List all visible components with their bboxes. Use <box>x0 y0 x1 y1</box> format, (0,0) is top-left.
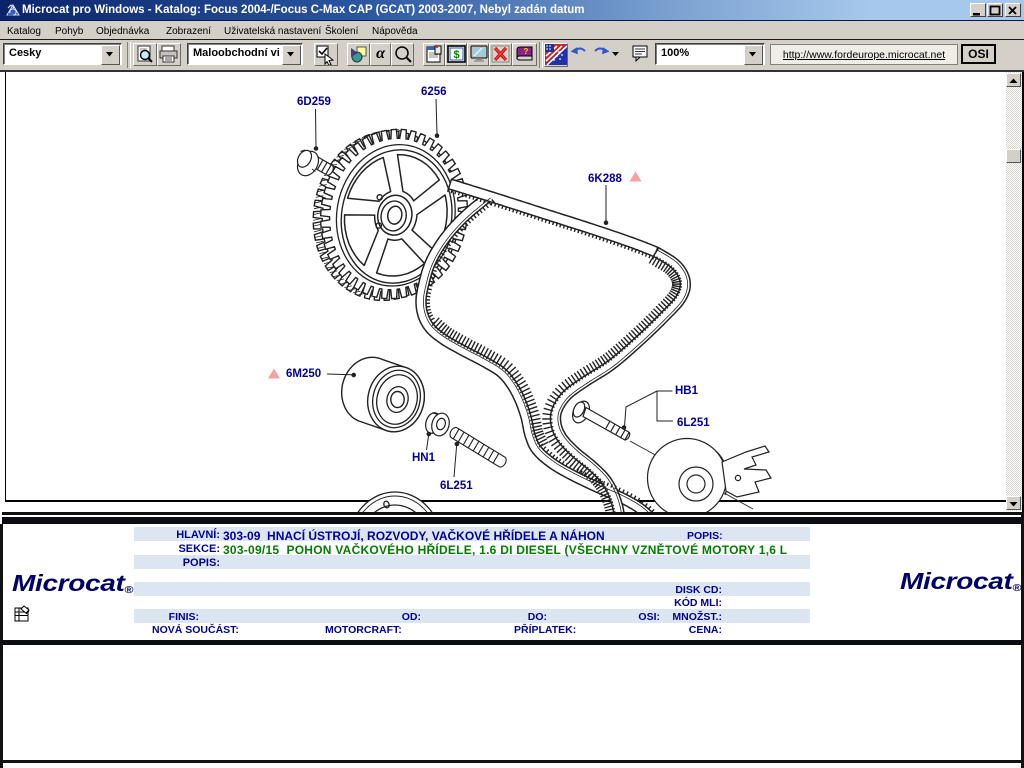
svg-text:HB1: HB1 <box>675 385 699 397</box>
svg-text:6D259: 6D259 <box>297 96 331 108</box>
svg-text:6256: 6256 <box>421 86 447 98</box>
svg-text:6L251: 6L251 <box>677 417 710 429</box>
svg-text:6M250: 6M250 <box>286 368 321 380</box>
svg-text:6L251: 6L251 <box>440 480 473 492</box>
svg-text:6K288: 6K288 <box>588 173 622 185</box>
svg-text:$: $ <box>453 49 459 61</box>
svg-text:HN1: HN1 <box>412 452 436 464</box>
svg-text:?: ? <box>524 47 529 56</box>
